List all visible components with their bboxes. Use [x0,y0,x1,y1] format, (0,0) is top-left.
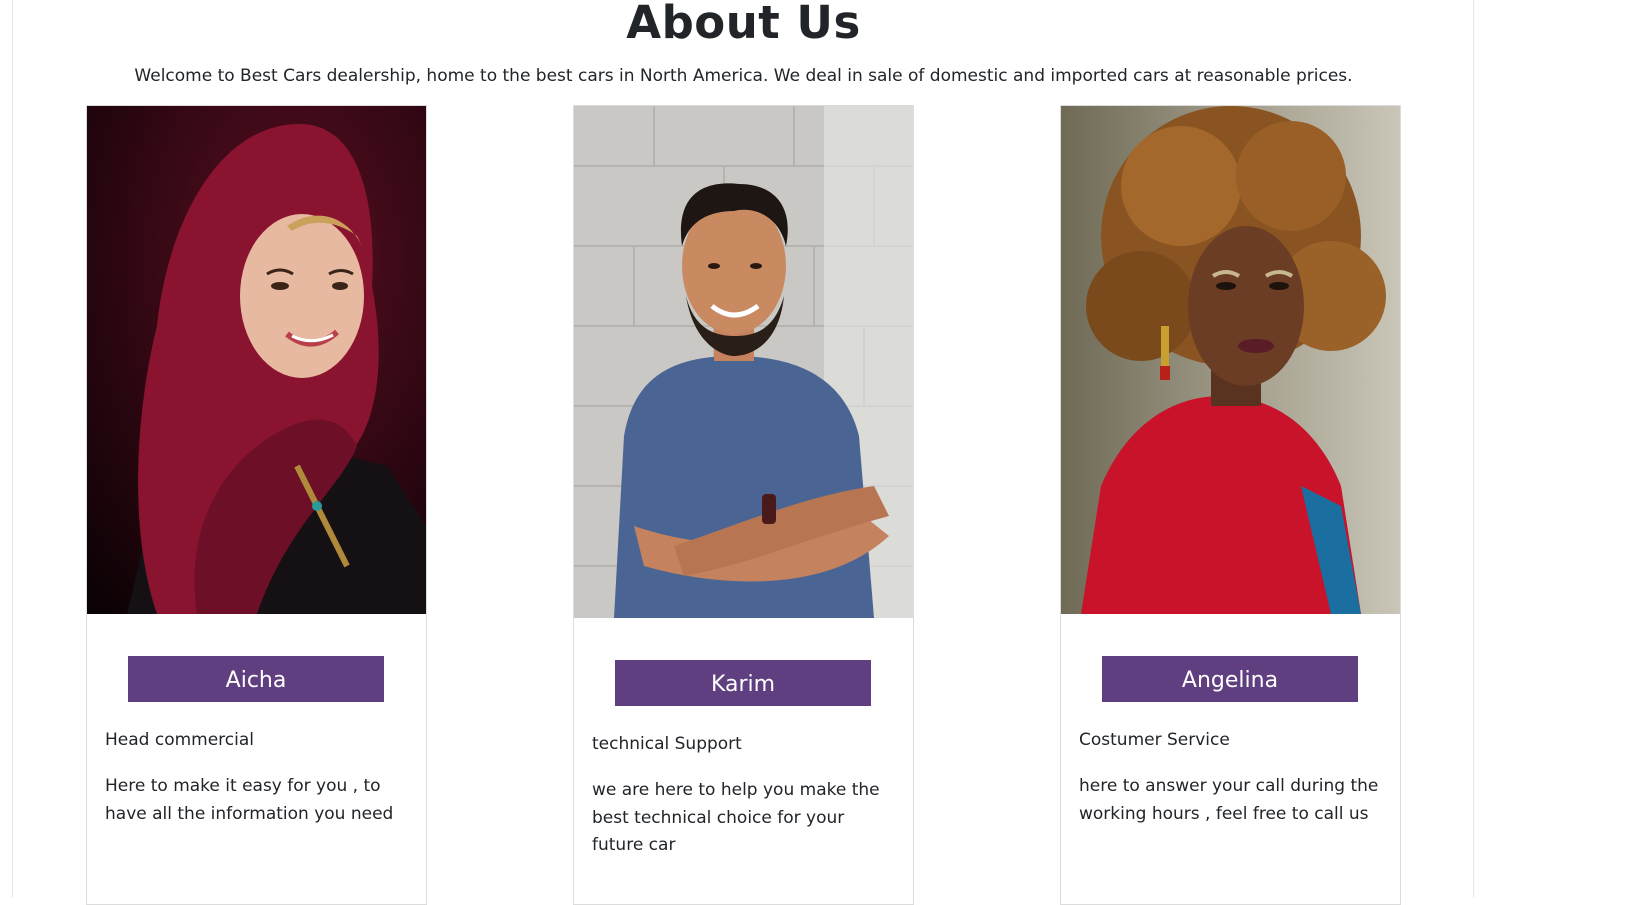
role-karim: technical Support [592,734,742,754]
name-button-aicha[interactable]: Aicha [128,656,384,702]
role-angelina: Costumer Service [1079,730,1230,750]
name-button-angelina[interactable]: Angelina [1102,656,1358,702]
name-button-karim[interactable]: Karim [615,660,871,706]
role-aicha: Head commercial [105,730,255,750]
description-karim: we are here to help you make the best te… [592,780,880,855]
description-angelina: here to answer your call during the work… [1079,776,1379,824]
team-card-aicha: Aicha Head commercial Here to make it ea… [86,105,427,905]
description-aicha: Here to make it easy for you , to have a… [105,776,394,824]
team-photo-karim [574,106,913,618]
team-card-angelina: Angelina Costumer Service here to answer… [1060,105,1401,905]
team-card-karim: Karim technical Support we are here to h… [573,105,914,905]
team-photo-aicha [87,106,426,614]
page-title: About Us [626,0,861,49]
intro-text: Welcome to Best Cars dealership, home to… [134,66,1353,86]
team-photo-angelina [1061,106,1400,614]
